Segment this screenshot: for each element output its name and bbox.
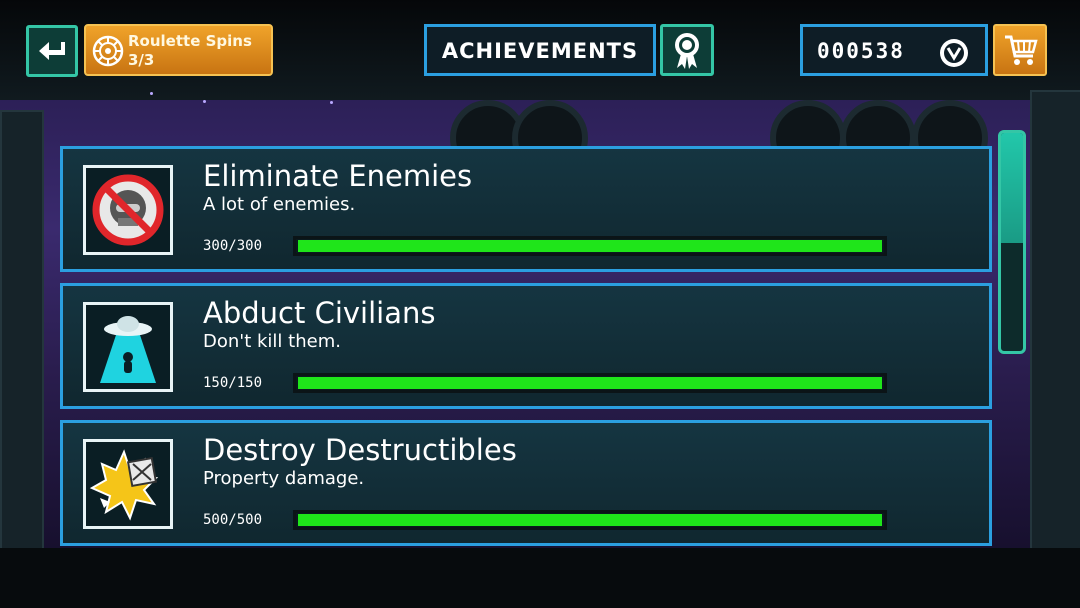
achievement-progress-text: 300/300 [203,238,263,254]
achievement-card[interactable]: Abduct Civilians Don't kill them. 150/15… [60,283,992,409]
achievement-progress-text: 500/500 [203,512,263,528]
achievement-progress-bar [293,236,887,256]
screen-title-box: ACHIEVEMENTS [424,24,656,76]
shop-button[interactable] [993,24,1047,76]
progress-fill [298,514,882,526]
roulette-spins-count: 3/3 [128,51,155,69]
achievement-description: A lot of enemies. [203,194,356,215]
awards-button[interactable] [660,24,714,76]
achievement-icon-frame [83,302,173,392]
achievement-icon-frame [83,165,173,255]
scrollbar-thumb[interactable] [1001,133,1023,243]
star [330,101,333,104]
progress-fill [298,240,882,252]
progress-fill [298,377,882,389]
back-button[interactable] [26,25,78,77]
roulette-spins-button[interactable]: Roulette Spins 3/3 [84,24,273,76]
achievement-title: Destroy Destructibles [203,433,517,467]
explosion-crate-icon [89,449,159,521]
achievement-title: Abduct Civilians [203,296,436,330]
roulette-spins-label: Roulette Spins [128,32,252,50]
achievement-card[interactable]: Eliminate Enemies A lot of enemies. 300/… [60,146,992,272]
shopping-cart-icon [1005,35,1038,65]
hull-pipe [1030,90,1080,564]
no-enemies-icon [92,174,164,246]
star [150,92,153,95]
achievement-description: Don't kill them. [203,331,341,352]
achievement-progress-text: 150/150 [203,375,263,391]
scrollbar[interactable] [998,130,1026,354]
ufo-abduction-icon [100,316,156,383]
floor [0,548,1080,608]
achievement-description: Property damage. [203,468,365,489]
coin-icon [940,39,968,67]
star [203,100,206,103]
achievement-card[interactable]: Destroy Destructibles Property damage. 5… [60,420,992,546]
hull-pipe [0,110,44,554]
coin-amount: 000538 [817,39,905,63]
back-arrow-icon [39,42,65,60]
achievement-progress-bar [293,373,887,393]
award-ribbon-icon [675,33,699,69]
roulette-wheel-icon [92,35,124,67]
achievement-title: Eliminate Enemies [203,159,473,193]
achievement-progress-bar [293,510,887,530]
achievement-icon-frame [83,439,173,529]
coin-counter: 000538 [800,24,988,76]
screen-title: ACHIEVEMENTS [441,39,639,63]
